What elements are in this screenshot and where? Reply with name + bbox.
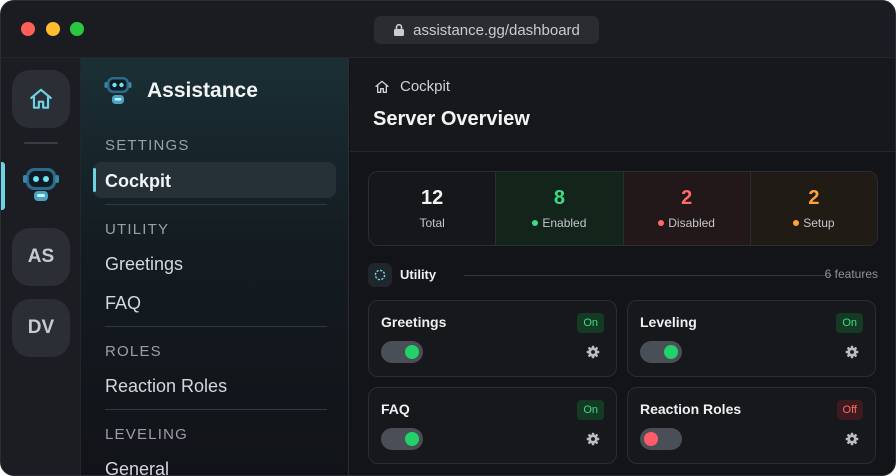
feature-count: 6 features bbox=[824, 267, 878, 281]
section-heading-roles: ROLES bbox=[105, 343, 162, 360]
main-content: Cockpit Server Overview 12 Total 8 Enabl… bbox=[350, 58, 895, 475]
url-text: assistance.gg/dashboard bbox=[413, 21, 580, 39]
gear-icon[interactable] bbox=[586, 432, 600, 446]
utility-section-header: Utility 6 features bbox=[368, 263, 878, 289]
page-title: Server Overview bbox=[373, 108, 530, 130]
stat-disabled-label: Disabled bbox=[658, 216, 715, 230]
server-dv-label: DV bbox=[27, 317, 55, 338]
stat-setup-label: Setup bbox=[793, 216, 835, 230]
feature-name: FAQ bbox=[381, 401, 410, 417]
sidebar-divider bbox=[105, 326, 327, 327]
robot-logo-icon bbox=[104, 77, 132, 104]
section-rule bbox=[464, 275, 832, 276]
stat-total-value: 12 bbox=[421, 187, 444, 209]
section-title: Utility bbox=[400, 267, 437, 282]
server-dv-button[interactable]: DV bbox=[12, 299, 70, 357]
feature-card-reaction-roles: Reaction Roles Off bbox=[627, 387, 876, 464]
server-as-label: AS bbox=[27, 246, 55, 267]
home-icon bbox=[30, 88, 52, 109]
nav-active-indicator bbox=[93, 168, 96, 192]
address-bar[interactable]: assistance.gg/dashboard bbox=[374, 16, 599, 44]
server-rail: AS DV bbox=[1, 58, 81, 475]
nav-item-cockpit[interactable]: Cockpit bbox=[105, 171, 171, 192]
feature-toggle[interactable] bbox=[381, 341, 423, 363]
feature-toggle[interactable] bbox=[640, 341, 682, 363]
status-dot bbox=[658, 220, 665, 226]
toggle-knob bbox=[644, 432, 658, 446]
stat-disabled-value: 2 bbox=[681, 187, 693, 209]
feature-card-greetings: Greetings On bbox=[368, 300, 617, 377]
cog-outline-icon bbox=[374, 269, 386, 281]
stats-bar: 12 Total 8 Enabled 2 Disabled 2 Setup bbox=[368, 171, 878, 246]
title-bar: assistance.gg/dashboard bbox=[1, 1, 895, 58]
stat-enabled-value: 8 bbox=[553, 187, 565, 209]
nav-item-faq[interactable]: FAQ bbox=[105, 293, 141, 314]
status-badge: On bbox=[836, 313, 863, 333]
sidebar-divider bbox=[105, 409, 327, 410]
stat-total-label: Total bbox=[419, 216, 444, 230]
stat-enabled: 8 Enabled bbox=[496, 172, 624, 245]
lock-icon bbox=[394, 23, 405, 36]
feature-card-faq: FAQ On bbox=[368, 387, 617, 464]
section-heading-leveling: LEVELING bbox=[105, 426, 188, 443]
sidebar-divider bbox=[105, 204, 327, 205]
stat-total: 12 Total bbox=[369, 172, 497, 245]
brand-title: Assistance bbox=[147, 79, 258, 102]
feature-name: Leveling bbox=[640, 314, 697, 330]
gear-icon[interactable] bbox=[845, 432, 859, 446]
gear-icon[interactable] bbox=[586, 345, 600, 359]
feature-name: Reaction Roles bbox=[640, 401, 742, 417]
robot-icon bbox=[23, 168, 59, 201]
toggle-knob bbox=[405, 345, 419, 359]
stat-total-text: Total bbox=[419, 216, 445, 230]
toggle-knob bbox=[405, 432, 419, 446]
feature-card-leveling: Leveling On bbox=[627, 300, 876, 377]
nav-item-reaction-roles[interactable]: Reaction Roles bbox=[105, 376, 227, 397]
minimize-window-button[interactable] bbox=[46, 22, 60, 36]
feature-toggle[interactable] bbox=[381, 428, 423, 450]
brand: Assistance bbox=[103, 74, 258, 108]
toggle-knob bbox=[664, 345, 678, 359]
server-as-button[interactable]: AS bbox=[12, 228, 70, 286]
status-badge: On bbox=[577, 400, 604, 420]
status-badge: On bbox=[577, 313, 604, 333]
maximize-window-button[interactable] bbox=[70, 22, 84, 36]
gear-icon[interactable] bbox=[845, 345, 859, 359]
stat-setup-text: Setup bbox=[803, 216, 835, 230]
section-heading-utility: UTILITY bbox=[105, 221, 170, 238]
feature-name: Greetings bbox=[381, 314, 447, 330]
stat-enabled-label: Enabled bbox=[532, 216, 586, 230]
status-badge: Off bbox=[836, 400, 863, 420]
utility-icon bbox=[368, 263, 392, 287]
status-dot bbox=[793, 220, 800, 226]
active-server-indicator bbox=[1, 162, 5, 210]
breadcrumb: Cockpit bbox=[374, 78, 450, 95]
stat-disabled-text: Disabled bbox=[668, 216, 715, 230]
status-dot bbox=[532, 220, 539, 226]
home-button[interactable] bbox=[12, 70, 70, 128]
stat-setup-value: 2 bbox=[808, 187, 820, 209]
stat-enabled-text: Enabled bbox=[542, 216, 587, 230]
nav-item-general[interactable]: General bbox=[105, 459, 169, 475]
nav-item-greetings[interactable]: Greetings bbox=[105, 254, 183, 275]
close-window-button[interactable] bbox=[21, 22, 35, 36]
browser-window: assistance.gg/dashboard AS DV Assistance… bbox=[0, 0, 896, 476]
rail-divider bbox=[24, 142, 58, 144]
server-bot-avatar[interactable] bbox=[17, 159, 65, 207]
stat-disabled: 2 Disabled bbox=[623, 172, 751, 245]
feature-toggle[interactable] bbox=[640, 428, 682, 450]
page-header: Cockpit Server Overview bbox=[350, 58, 895, 152]
breadcrumb-label[interactable]: Cockpit bbox=[400, 78, 450, 95]
sidebar: Assistance SETTINGS Cockpit UTILITY Gree… bbox=[81, 58, 349, 475]
home-icon bbox=[375, 80, 389, 93]
section-heading-settings: SETTINGS bbox=[105, 137, 190, 154]
stat-setup: 2 Setup bbox=[750, 172, 877, 245]
